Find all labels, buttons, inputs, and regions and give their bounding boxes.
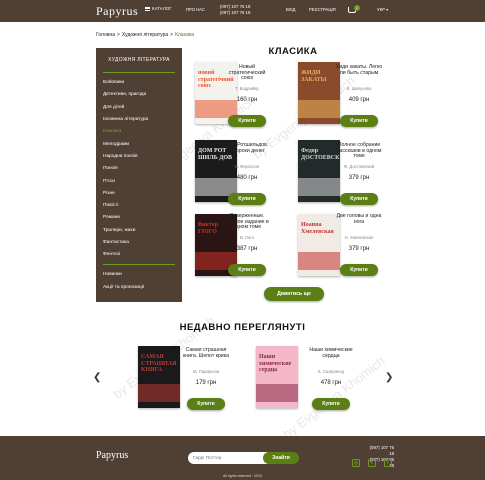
chevron-left-icon[interactable]: ❮ — [93, 372, 101, 383]
book-cover-image[interactable]: Наши химические сердца — [256, 346, 298, 408]
buy-button[interactable]: Купити — [228, 264, 266, 276]
category-sidebar: ХУДОЖНЯ ЛIТЕРАТУРА Бойовики Детективи, п… — [96, 48, 182, 302]
breadcrumb-home[interactable]: Головна — [96, 32, 115, 38]
divider — [103, 264, 175, 265]
buy-button[interactable]: Купити — [340, 115, 378, 127]
buy-button[interactable]: Купити — [228, 115, 266, 127]
language-select[interactable]: УКР ▾ — [377, 7, 388, 12]
book-title[interactable]: Полное собрание рассказов в одном томе — [334, 142, 384, 160]
cover-text: Федор ДОСТОЕВСКИЙ — [301, 148, 340, 161]
book-author: Ф. Достоевский — [343, 164, 375, 169]
book-title[interactable]: Отверженные. Полное издание в одном томе — [222, 213, 272, 231]
sidebar-item[interactable]: Трилери, жахи — [103, 228, 135, 233]
menu-icon — [145, 6, 150, 11]
page-title: КЛАСИКА — [268, 46, 318, 57]
language-label: УКР — [377, 7, 385, 12]
instagram-icon[interactable]: ◎ — [352, 459, 360, 467]
breadcrumb-current: Класика — [175, 32, 195, 38]
cover-decoration — [138, 384, 180, 402]
book-title[interactable]: Самая страшная книга. Шепот крика — [181, 347, 231, 359]
site-footer: Papyrus Знайти (097) 107 76 18 (097) 107… — [0, 436, 485, 480]
buy-button[interactable]: Купити — [312, 398, 350, 410]
register-link[interactable]: РЕЄСТРАЦІЯ — [309, 7, 336, 12]
book-title[interactable]: Хиди закаты. Легко ли быть старым — [334, 64, 384, 76]
book-price: 160 грн — [236, 97, 258, 103]
header-phones: (097) 107 76 18 (097) 107 76 18 — [220, 4, 250, 16]
copyright: All rights reserved · 2019 — [223, 474, 262, 478]
sidebar-item[interactable]: Іноземна лiтература — [103, 117, 148, 122]
breadcrumb-section[interactable]: Художня лiтература — [122, 32, 168, 38]
book-cover-image[interactable]: САМАЯ СТРАШНАЯ КНИГА — [138, 346, 180, 408]
book-title[interactable]: Дом Ротшильдов. Пророки денег — [222, 142, 272, 154]
sidebar-item[interactable]: Поезія — [103, 166, 118, 171]
sidebar-item[interactable]: Народна поезія — [103, 154, 138, 159]
show-more-button[interactable]: Дивитись ще — [264, 287, 324, 301]
book-author: Н. Хмелевская — [344, 235, 374, 240]
sidebar-item[interactable]: Детективи, пригоди — [103, 92, 146, 97]
catalog-button[interactable]: КАТАЛОГ — [145, 6, 172, 11]
book-author: К. Сазерленд — [317, 369, 345, 374]
phone[interactable]: (097) 107 76 18 — [220, 10, 250, 16]
book-title[interactable]: Наши химические сердца — [306, 347, 356, 359]
sidebar-title: ХУДОЖНЯ ЛIТЕРАТУРА — [108, 57, 170, 63]
login-link[interactable]: ВХІД — [286, 7, 295, 12]
social-links: ◎ t f — [352, 459, 392, 467]
chevron-right-icon[interactable]: ❯ — [385, 372, 393, 383]
cover-text: САМАЯ СТРАШНАЯ КНИГА — [141, 354, 177, 373]
breadcrumb-separator: > — [170, 32, 174, 38]
cart-button[interactable]: 1 — [348, 5, 360, 17]
sidebar-item[interactable]: Повісті — [103, 203, 118, 208]
breadcrumb-separator: > — [117, 32, 120, 38]
sidebar-item[interactable]: Для дітей — [103, 105, 124, 110]
cover-decoration — [298, 252, 340, 270]
breadcrumb: Головна > Художня лiтература > Класика — [96, 32, 194, 38]
sidebar-item-active[interactable]: Класика — [103, 129, 121, 134]
sidebar-item[interactable]: Акції та пропозиції — [103, 285, 144, 290]
cover-text: ЖИДИ ЗАКАТЫ — [301, 70, 327, 83]
book-price: 409 грн — [348, 97, 370, 103]
about-link[interactable]: ПРО НАС — [186, 7, 205, 12]
divider — [103, 72, 175, 73]
book-author: Т. Бодрийяр — [235, 86, 259, 91]
sidebar-item[interactable]: Романи — [103, 215, 120, 220]
sidebar-item[interactable]: Різне — [103, 191, 115, 196]
sidebar-item[interactable]: Бойовики — [103, 80, 124, 85]
book-price: 480 грн — [236, 175, 258, 181]
book-author: В. Гюго — [239, 235, 255, 240]
buy-button[interactable]: Купити — [228, 193, 266, 205]
buy-button[interactable]: Купити — [187, 398, 225, 410]
sidebar-item[interactable]: Фантастика — [103, 240, 129, 245]
twitter-icon[interactable]: t — [368, 459, 376, 467]
cover-text: Наши химические сердца — [259, 354, 292, 373]
footer-logo[interactable]: Papyrus — [96, 450, 128, 461]
book-title[interactable]: Две головы и одна нога — [334, 213, 384, 225]
site-header: Papyrus КАТАЛОГ ПРО НАС (097) 107 76 18 … — [0, 0, 485, 22]
book-author: М. Парфенов — [192, 369, 220, 374]
book-price: 478 грн — [320, 380, 342, 386]
book-author: Е. Шипунова — [346, 86, 372, 91]
phone[interactable]: (097) 107 76 18 — [364, 445, 394, 457]
search-button[interactable]: Знайти — [263, 452, 299, 464]
book-author: Н. Фергюсон — [234, 164, 260, 169]
cart-count-badge: 1 — [354, 5, 360, 11]
book-price: 387 грн — [236, 246, 258, 252]
buy-button[interactable]: Купити — [340, 264, 378, 276]
sidebar-item[interactable]: П'єси — [103, 179, 115, 184]
book-price: 379 грн — [348, 246, 370, 252]
buy-button[interactable]: Купити — [340, 193, 378, 205]
search-input[interactable] — [188, 452, 268, 464]
book-price: 179 грн — [195, 380, 217, 386]
facebook-icon[interactable]: f — [384, 459, 392, 467]
catalog-label: КАТАЛОГ — [152, 6, 172, 11]
cover-text: Иоанна Хмелевская — [301, 222, 334, 235]
book-title[interactable]: Новый стратегический союз — [222, 64, 272, 82]
logo[interactable]: Papyrus — [96, 4, 138, 19]
sidebar-item[interactable]: Мелодрами — [103, 142, 129, 147]
sidebar-item[interactable]: Фентезі — [103, 252, 120, 257]
cover-decoration — [256, 384, 298, 402]
book-price: 379 грн — [348, 175, 370, 181]
sidebar-item[interactable]: Новинки — [103, 272, 122, 277]
recent-heading: НЕДАВНО ПЕРЕГЛЯНУТІ — [179, 322, 306, 333]
